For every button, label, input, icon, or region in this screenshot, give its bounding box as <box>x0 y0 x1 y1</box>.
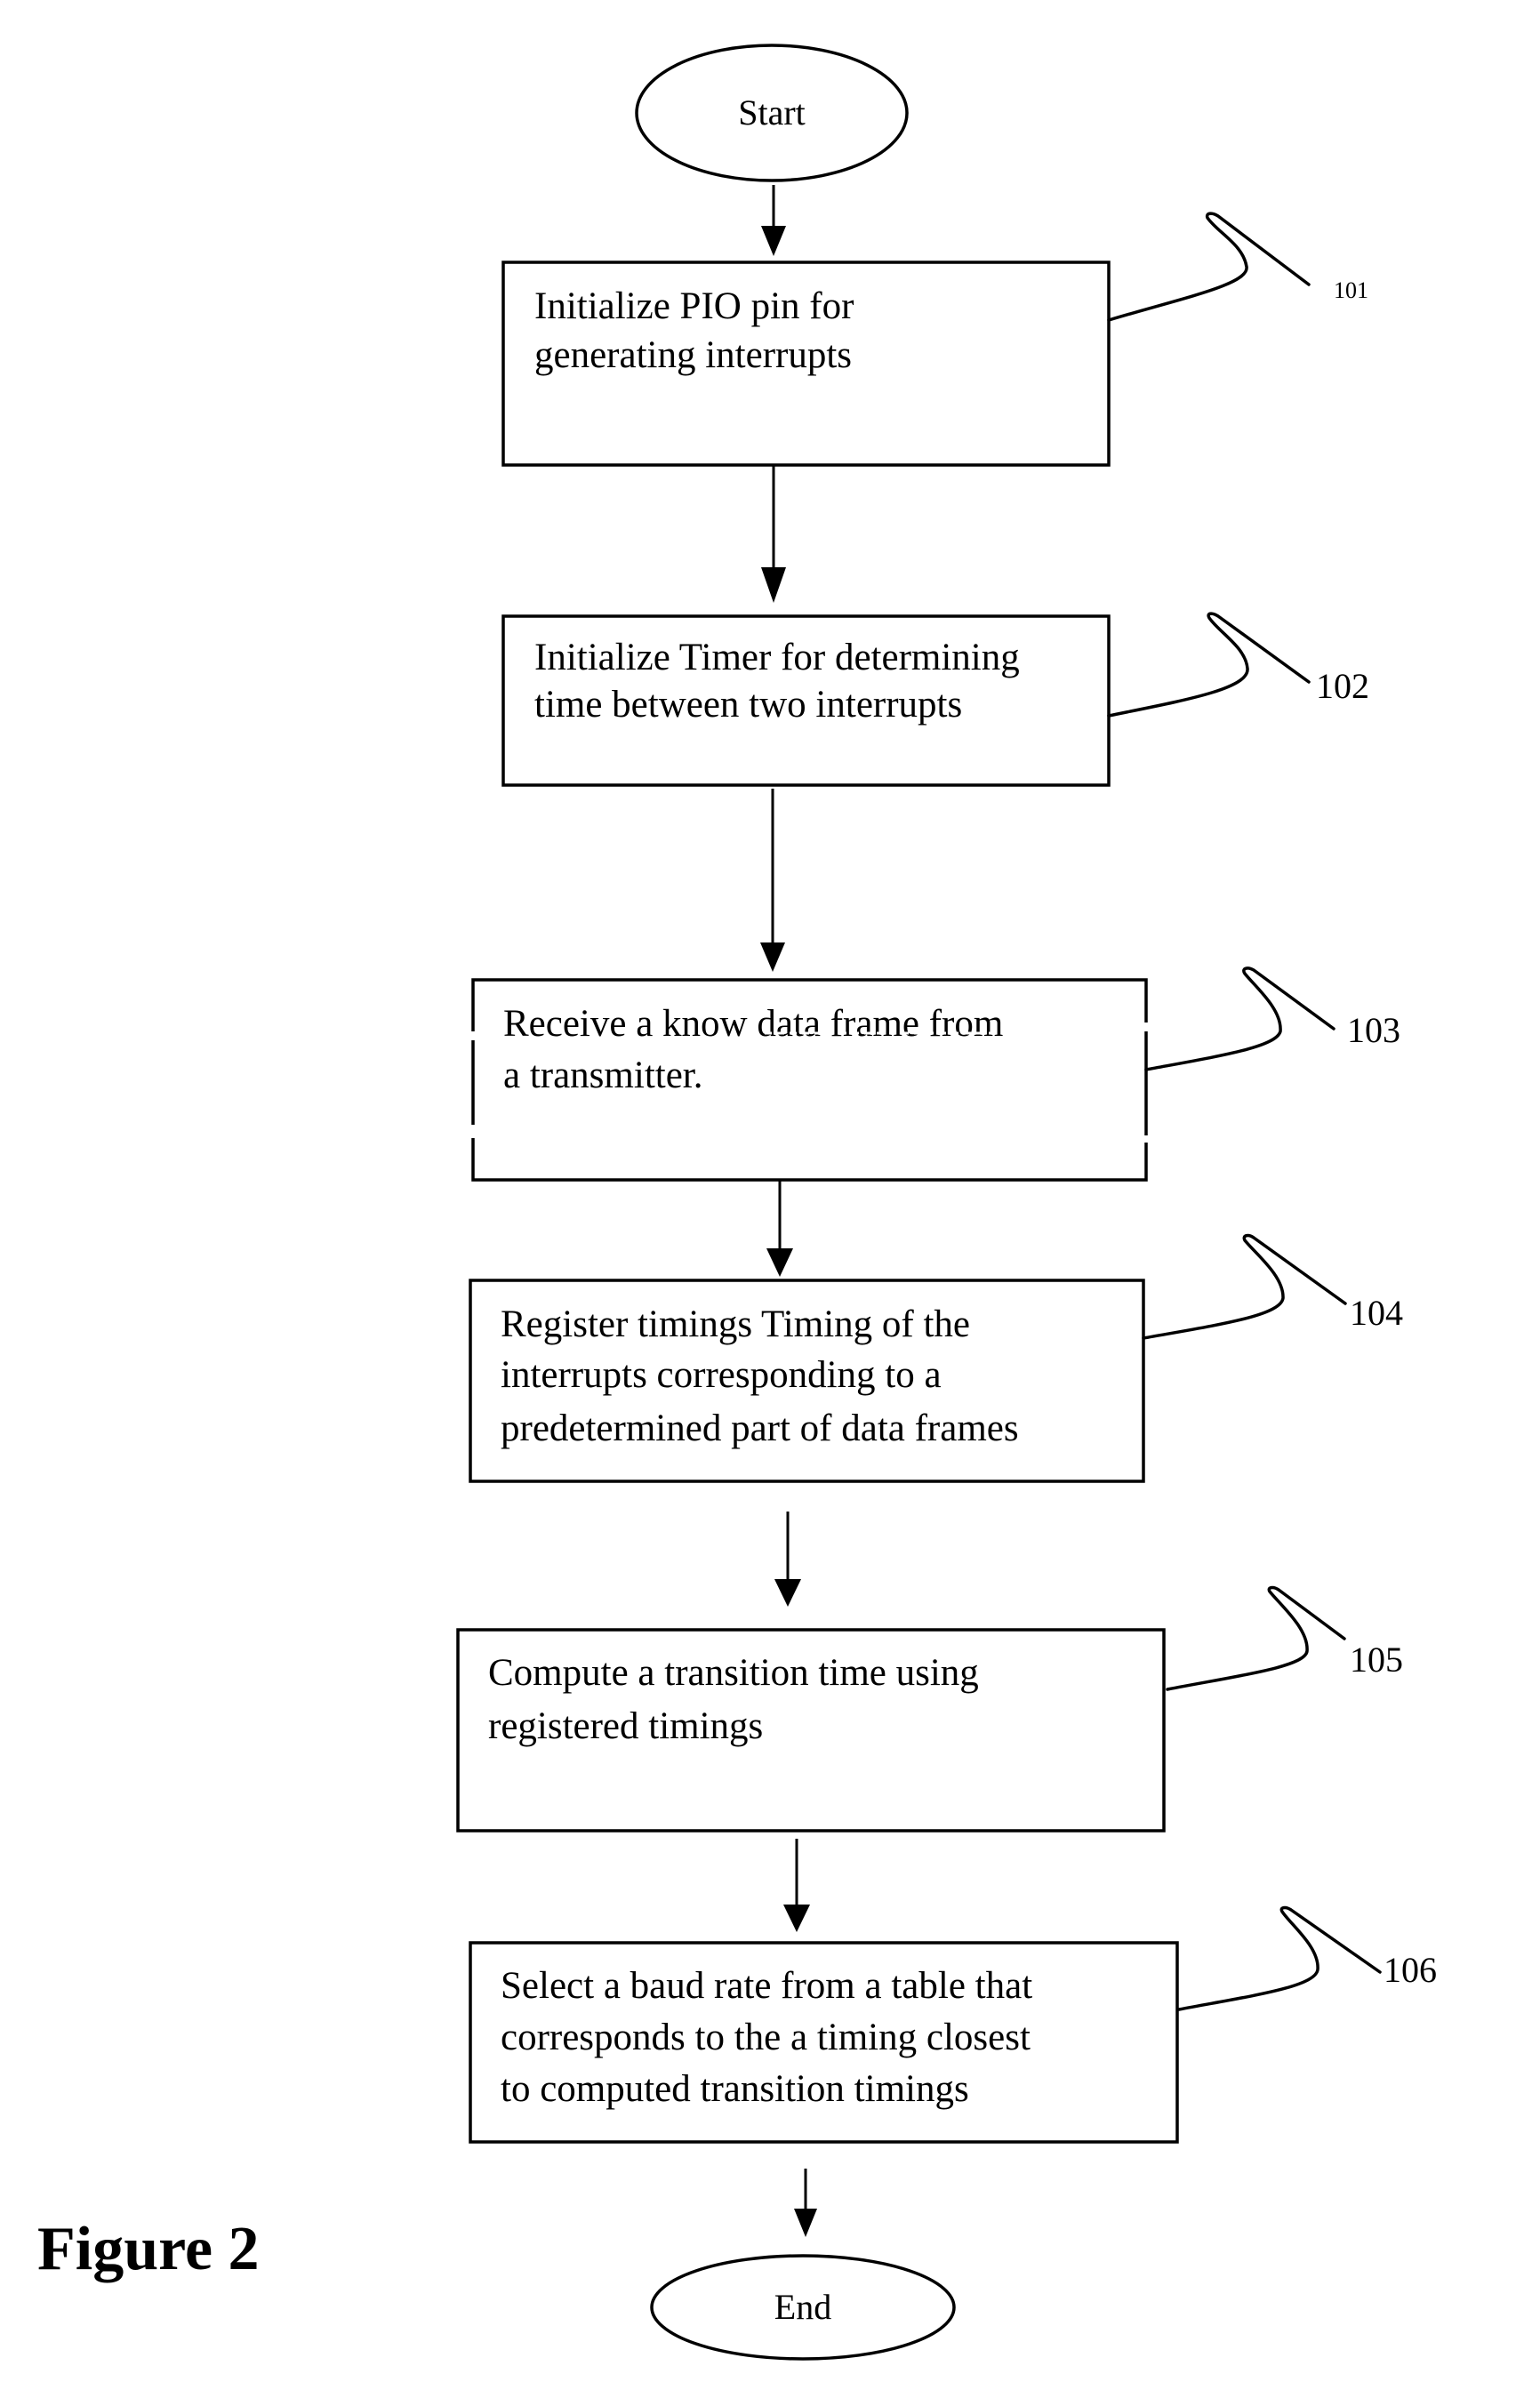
step-text-line: Compute a transition time using <box>488 1652 979 1694</box>
step-101: Initialize PIO pin for generating interr… <box>501 212 1368 467</box>
leader-line <box>1142 1233 1347 1340</box>
reference-numeral: 101 <box>1334 277 1368 303</box>
step-text-line: predetermined part of data frames <box>501 1408 1019 1449</box>
arrowhead-icon <box>760 942 785 972</box>
start-terminal: Start <box>635 44 909 182</box>
leader-line <box>1107 612 1311 718</box>
step-text-line: registered timings <box>488 1705 763 1747</box>
step-text-line: to computed transition timings <box>501 2068 969 2110</box>
reference-numeral: 102 <box>1316 666 1369 706</box>
leader-line <box>1166 1585 1346 1691</box>
leader-line <box>1177 1905 1382 2011</box>
step-102: Initialize Timer for determining time be… <box>501 612 1369 787</box>
step-text-line: generating interrupts <box>534 334 852 376</box>
arrowhead-icon <box>766 1248 793 1277</box>
flowchart: Start Initialize PIO pin for generating … <box>37 44 1437 2361</box>
arrowhead-icon <box>783 1905 810 1932</box>
arrowhead-icon <box>794 2209 817 2237</box>
step-text-line: Receive a know data frame from <box>503 1003 1003 1045</box>
scan-artifact <box>493 983 1116 1007</box>
scan-artifact <box>1343 1003 1405 1015</box>
step-text-line: interrupts corresponding to a <box>501 1354 942 1396</box>
step-text-line: Initialize Timer for determining <box>534 637 1020 678</box>
arrowhead-icon <box>774 1579 801 1607</box>
end-label: End <box>774 2287 831 2327</box>
arrowhead-icon <box>761 567 786 603</box>
reference-numeral: 105 <box>1350 1640 1403 1680</box>
leader-line <box>1107 212 1311 322</box>
step-104: Register timings Timing of the interrupt… <box>469 1233 1403 1483</box>
flow-arrows <box>760 185 817 2237</box>
step-text-line: time between two interrupts <box>534 684 962 726</box>
step-text-line: Initialize PIO pin for <box>534 285 854 327</box>
reference-numeral: 103 <box>1347 1010 1400 1050</box>
step-text-line: Select a baud rate from a table that <box>501 1965 1032 2007</box>
step-106: Select a baud rate from a table that cor… <box>469 1905 1437 2144</box>
step-103: Receive a know data frame from a transmi… <box>470 966 1405 1182</box>
figure-caption: Figure 2 <box>37 2215 260 2283</box>
step-text-line: corresponds to the a timing closest <box>501 2017 1031 2058</box>
end-terminal: End <box>650 2254 956 2361</box>
leader-line <box>1144 966 1335 1071</box>
step-text-line: Register timings Timing of the <box>501 1303 970 1345</box>
reference-numeral: 104 <box>1350 1293 1403 1333</box>
reference-numeral: 106 <box>1384 1950 1437 1990</box>
step-105: Compute a transition time using register… <box>456 1585 1403 1833</box>
step-text-line: a transmitter. <box>503 1055 703 1096</box>
arrowhead-icon <box>761 226 786 256</box>
start-label: Start <box>738 92 806 132</box>
